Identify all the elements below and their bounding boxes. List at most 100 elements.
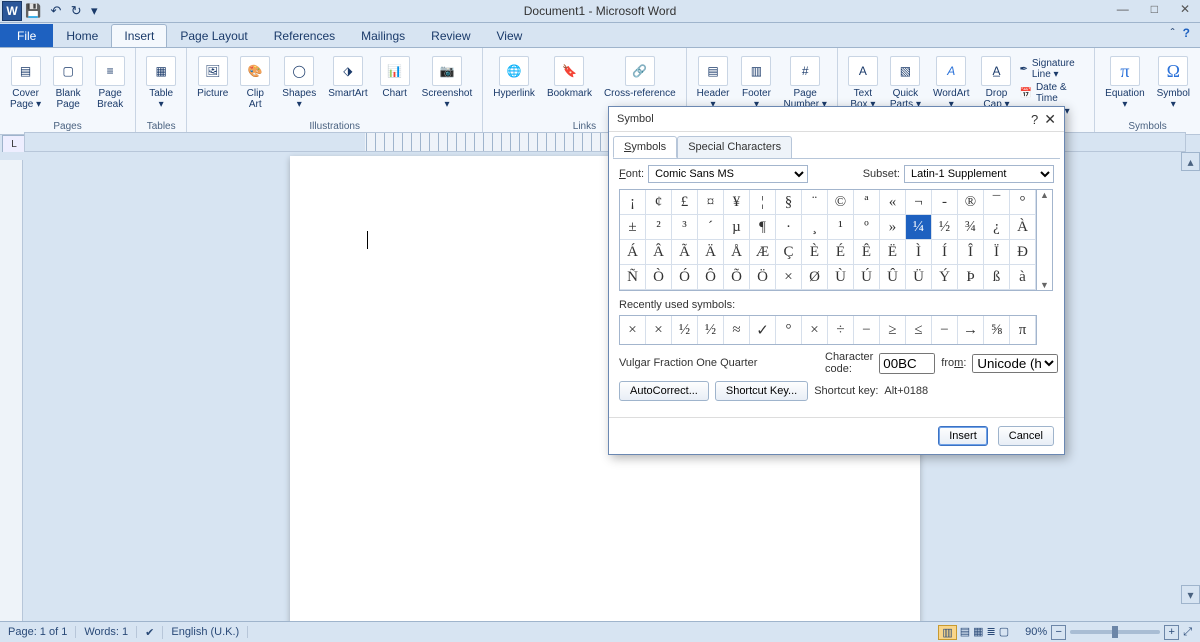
signature-line-button[interactable]: ✒Signature Line ▾ [1019,58,1088,80]
symbol-cell[interactable]: Ü [906,265,932,290]
symbol-cell[interactable]: - [932,190,958,215]
cancel-button[interactable]: Cancel [998,426,1054,446]
close-icon[interactable]: ✕ [1174,0,1196,18]
symbol-cell[interactable]: É [828,240,854,265]
view-fullscreen-icon[interactable]: ▤ [960,625,970,640]
symbol-cell[interactable]: Ú [854,265,880,290]
symbol-cell[interactable]: Ù [828,265,854,290]
zoom-value[interactable]: 90% [1025,626,1047,638]
save-icon[interactable]: 💾 [25,3,41,18]
tab-mailings[interactable]: Mailings [348,24,418,47]
symbol-cell[interactable]: Á [620,240,646,265]
redo-icon[interactable]: ↻ [71,3,82,18]
symbol-cell[interactable]: ¢ [646,190,672,215]
recent-symbol-cell[interactable]: π [1010,316,1036,344]
recent-symbol-cell[interactable]: ✓ [750,316,776,344]
recent-symbol-cell[interactable]: ÷ [828,316,854,344]
table-button[interactable]: ▦Table ▾ [142,54,180,112]
font-select[interactable]: Comic Sans MS [648,165,808,183]
symbol-cell[interactable]: ¥ [724,190,750,215]
tab-selector[interactable]: L [2,135,26,153]
dropcap-button[interactable]: A̲Drop Cap ▾ [977,54,1015,112]
symbol-cell[interactable]: ¹ [828,215,854,240]
dialog-close-icon[interactable]: ✕ [1044,111,1056,128]
qat-more-icon[interactable]: ▾ [91,3,98,18]
clipart-button[interactable]: 🎨Clip Art [236,54,274,112]
recent-symbol-cell[interactable]: × [646,316,672,344]
tab-symbols-panel[interactable]: SSymbolsymbols [613,136,677,158]
recent-symbol-cell[interactable]: ≤ [906,316,932,344]
symbol-cell[interactable]: Ë [880,240,906,265]
symbol-cell[interactable]: ½ [932,215,958,240]
symbol-cell[interactable]: ¼ [906,215,932,240]
symbol-cell[interactable]: ® [958,190,984,215]
symbol-cell[interactable]: Ñ [620,265,646,290]
symbol-cell[interactable]: Ý [932,265,958,290]
symbol-cell[interactable]: Î [958,240,984,265]
symbol-cell[interactable]: ° [1010,190,1036,215]
status-spellcheck[interactable]: ✔ [137,626,163,639]
page-break-button[interactable]: ≡Page Break [91,54,129,112]
minimize-icon[interactable]: — [1111,0,1135,18]
symbol-cell[interactable]: ¤ [698,190,724,215]
symbol-cell[interactable]: Ó [672,265,698,290]
crossref-button[interactable]: 🔗Cross-reference [600,54,680,101]
status-language[interactable]: English (U.K.) [163,626,248,638]
tab-insert[interactable]: Insert [111,24,167,47]
view-outline-icon[interactable]: ≣ [987,625,996,640]
recent-symbol-cell[interactable]: ≈ [724,316,750,344]
symbol-cell[interactable]: Æ [750,240,776,265]
equation-button[interactable]: πEquation ▾ [1101,54,1148,112]
zoom-in-button[interactable]: + [1164,625,1179,640]
symbol-cell[interactable]: À [1010,215,1036,240]
scroll-down-icon[interactable]: ▼ [1040,280,1049,290]
shapes-button[interactable]: ◯Shapes ▾ [278,54,320,112]
recent-symbol-cell[interactable]: × [620,316,646,344]
footer-button[interactable]: ▥Footer ▾ [737,54,775,112]
quickparts-button[interactable]: ▧Quick Parts ▾ [886,54,925,112]
recent-symbol-cell[interactable]: → [958,316,984,344]
symbol-cell[interactable]: ¨ [802,190,828,215]
view-printlayout-icon[interactable]: ▥ [938,625,956,640]
symbol-cell[interactable]: Õ [724,265,750,290]
view-draft-icon[interactable]: ▢ [999,625,1009,640]
symbol-cell[interactable]: « [880,190,906,215]
symbol-cell[interactable]: × [776,265,802,290]
view-weblayout-icon[interactable]: ▦ [973,625,983,640]
dialog-titlebar[interactable]: Symbol ? ✕ [609,107,1064,132]
tab-references[interactable]: References [261,24,348,47]
symbol-cell[interactable]: Ï [984,240,1010,265]
date-time-button[interactable]: 📅Date & Time [1019,82,1088,104]
maximize-icon[interactable]: □ [1145,0,1164,18]
zoom-out-button[interactable]: − [1051,625,1066,640]
symbol-cell[interactable]: » [880,215,906,240]
recent-symbol-cell[interactable]: ≥ [880,316,906,344]
symbol-cell[interactable]: Ò [646,265,672,290]
symbol-cell[interactable]: § [776,190,802,215]
autocorrect-button[interactable]: AutoCorrect... [619,381,709,401]
symbol-cell[interactable]: Ì [906,240,932,265]
subset-select[interactable]: Latin-1 Supplement [904,165,1054,183]
recent-symbol-cell[interactable]: ° [776,316,802,344]
recent-symbol-cell[interactable]: − [854,316,880,344]
tab-view[interactable]: View [484,24,536,47]
from-select[interactable]: Unicode (hex) [972,354,1058,373]
help-icon[interactable]: ? [1183,26,1190,40]
status-page[interactable]: Page: 1 of 1 [0,626,76,638]
ribbon-minimize-icon[interactable]: ˆ [1171,26,1175,40]
insert-button[interactable]: Insert [938,426,988,446]
symbol-cell[interactable]: Â [646,240,672,265]
screenshot-button[interactable]: 📷Screenshot ▾ [418,54,477,112]
symbol-cell[interactable]: Ã [672,240,698,265]
smartart-button[interactable]: ⬗SmartArt [324,54,371,101]
symbol-cell[interactable]: ¿ [984,215,1010,240]
symbol-cell[interactable]: Ç [776,240,802,265]
symbol-cell[interactable]: £ [672,190,698,215]
symbol-cell[interactable]: Ä [698,240,724,265]
recent-symbol-cell[interactable]: ½ [698,316,724,344]
zoom-fit-icon[interactable]: ⤢ [1183,626,1192,639]
chart-button[interactable]: 📊Chart [376,54,414,101]
bookmark-button[interactable]: 🔖Bookmark [543,54,596,101]
symbol-cell[interactable]: ¶ [750,215,776,240]
symbol-grid[interactable]: ¡¢£¤¥¦§¨©ª«¬-®¯°±²³´µ¶·¸¹º»¼½¾¿ÀÁÂÃÄÅÆÇÈ… [619,189,1037,291]
